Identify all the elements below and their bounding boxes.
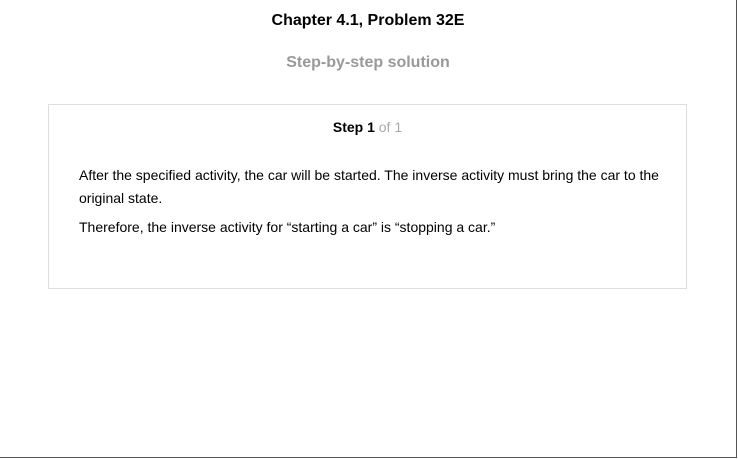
step-label: Step 1 — [332, 119, 375, 135]
step-count: of 1 — [378, 119, 403, 135]
page-title: Chapter 4.1, Problem 32E — [271, 12, 465, 29]
solution-subtitle: Step-by-step solution — [286, 54, 450, 71]
page-frame: Chapter 4.1, Problem 32E Step-by-step so… — [0, 0, 737, 458]
step-paragraph: After the specified activity, the car wi… — [79, 167, 659, 206]
step-card: Step 1 of 1 After the specified activity… — [48, 104, 687, 289]
step-body: After the specified activity, the car wi… — [79, 164, 669, 245]
step-header: Step 1 of 1 — [49, 118, 686, 136]
step-paragraph: Therefore, the inverse activity for “sta… — [79, 219, 496, 235]
